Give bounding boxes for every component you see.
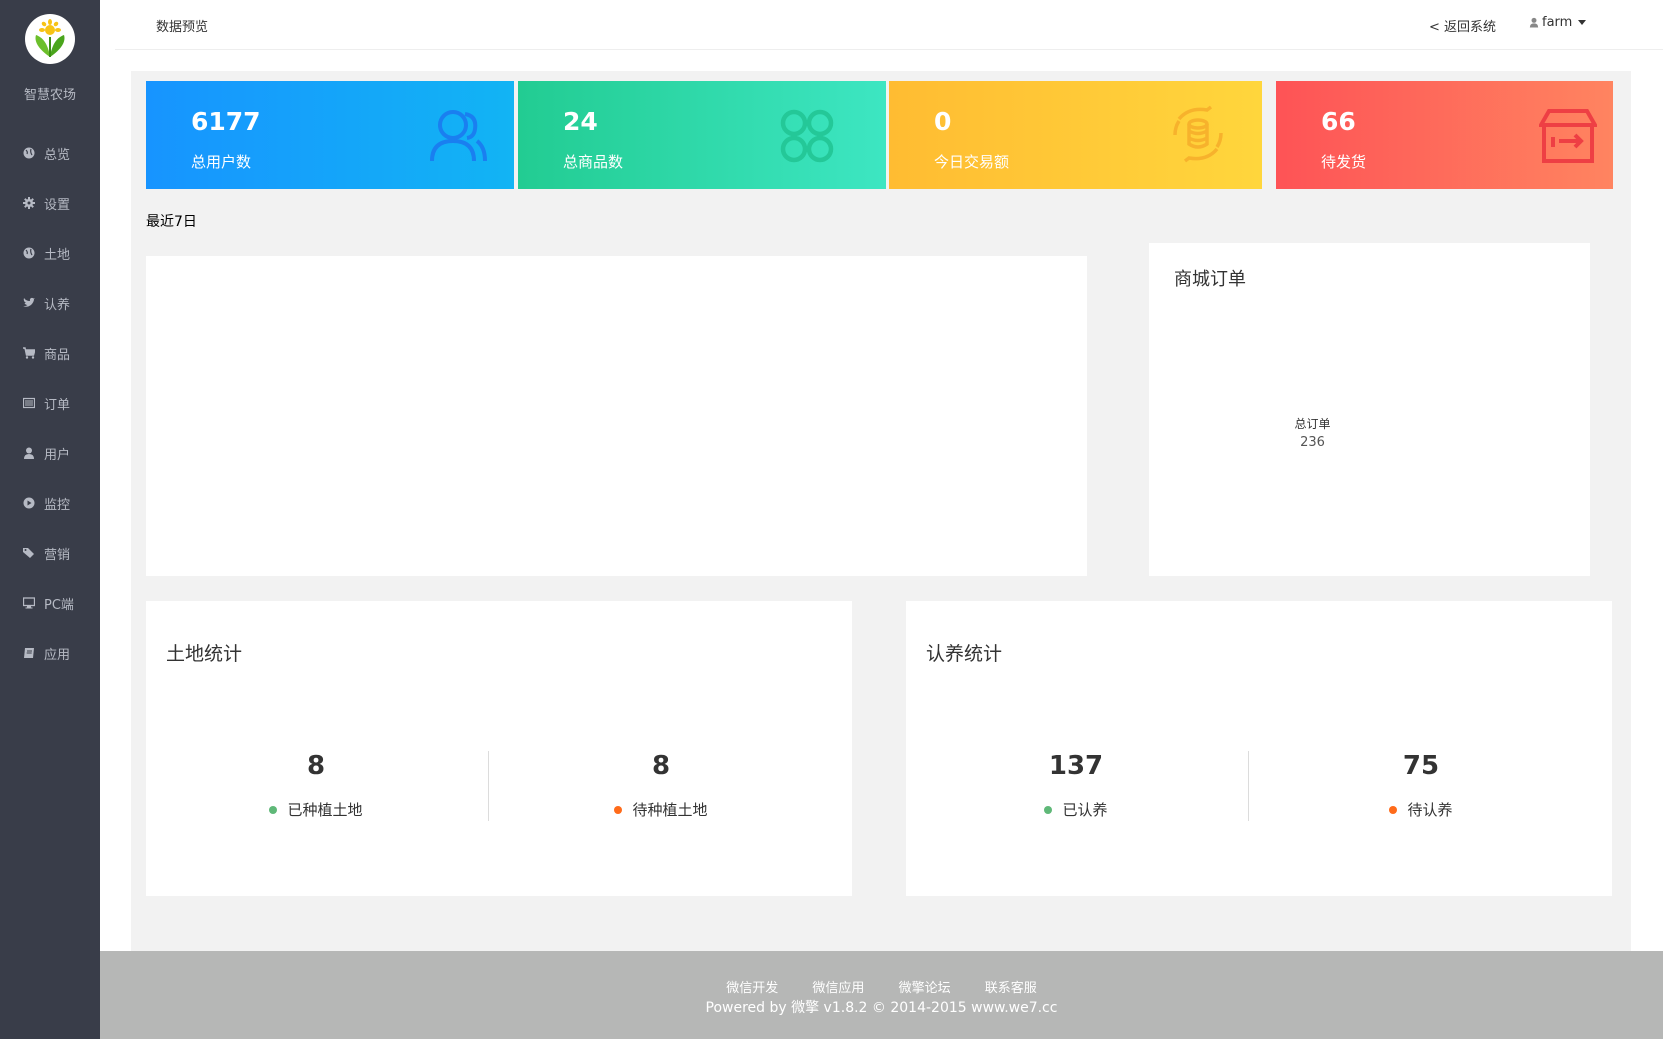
sidebar-item-label: 商品 <box>44 347 71 363</box>
sidebar-item-label: 营销 <box>44 547 71 563</box>
sidebar-item-label: PC端 <box>44 597 74 613</box>
orange-dot-icon <box>1389 805 1398 814</box>
pending-adoption-stat: 75 待认养 <box>1251 751 1591 820</box>
pending-land-value: 8 <box>651 751 671 781</box>
recent-7-days-chart <box>146 256 1087 576</box>
sidebar-item-adopt[interactable]: 认养 <box>0 278 100 328</box>
sidebar-item-label: 用户 <box>44 447 71 463</box>
stat-label: 今日交易额 <box>934 153 1010 171</box>
clover-grid-icon <box>780 109 834 163</box>
sidebar-item-label: 订单 <box>44 397 71 413</box>
sidebar-item-label: 土地 <box>44 247 71 263</box>
land-stats-title: 土地统计 <box>166 643 243 665</box>
stat-label: 总商品数 <box>563 153 624 171</box>
sidebar-nav: 总览 设置 土地 认养 商品 订单 用户 监控 营销 PC端 应用 <box>0 128 100 678</box>
back-to-system-link[interactable]: < 返回系统 <box>1429 16 1496 35</box>
stat-value: 0 <box>934 107 952 136</box>
sidebar-item-label: 监控 <box>44 497 71 513</box>
adoption-stats-panel: 认养统计 137 已认养 75 待认养 <box>906 601 1612 896</box>
chevron-down-icon <box>1578 20 1587 25</box>
gear-icon <box>22 196 36 210</box>
twitter-bird-icon <box>22 296 36 310</box>
stat-label: 总用户数 <box>191 153 252 171</box>
sidebar-item-overview[interactable]: 总览 <box>0 128 100 178</box>
green-dot-icon <box>1044 805 1053 814</box>
sidebar-item-orders[interactable]: 订单 <box>0 378 100 428</box>
tags-icon <box>22 546 36 560</box>
coin-exchange-icon <box>1173 105 1223 163</box>
footer-links: 微信开发 微信应用 微擎论坛 联系客服 <box>100 977 1663 996</box>
monitor-icon <box>22 596 36 610</box>
stat-value: 66 <box>1321 107 1356 136</box>
sidebar-item-pc[interactable]: PC端 <box>0 578 100 628</box>
globe-icon <box>22 146 36 160</box>
sidebar-item-settings[interactable]: 设置 <box>0 178 100 228</box>
planted-land-stat: 8 已种植土地 <box>146 751 486 820</box>
sidebar-item-label: 设置 <box>44 197 71 213</box>
stat-card-pending-shipment[interactable]: 66 待发货 <box>1276 81 1613 189</box>
adopted-stat: 137 已认养 <box>906 751 1246 820</box>
planted-land-label: 已种植土地 <box>287 801 363 819</box>
cart-icon <box>22 346 36 360</box>
pending-adoption-label: 待认养 <box>1407 801 1453 819</box>
dashboard-content: 6177 总用户数 24 总商品数 0 今日交易额 66 待发货 最近7日 商城… <box>131 71 1631 951</box>
book-icon <box>22 646 36 660</box>
orange-dot-icon <box>614 805 623 814</box>
green-dot-icon <box>269 805 278 814</box>
sidebar-item-land[interactable]: 土地 <box>0 228 100 278</box>
username: farm <box>1542 15 1573 30</box>
planted-land-value: 8 <box>306 751 326 781</box>
powered-by-text: Powered by 微擎 v1.8.2 © 2014-2015 www.we7… <box>705 1000 1058 1016</box>
sidebar-item-marketing[interactable]: 营销 <box>0 528 100 578</box>
mall-orders-title: 商城订单 <box>1174 269 1246 290</box>
stat-card-users[interactable]: 6177 总用户数 <box>146 81 514 189</box>
sunflower-logo-icon <box>35 19 65 57</box>
box-arrow-icon <box>1539 109 1597 163</box>
stat-value: 24 <box>563 107 598 136</box>
stat-card-goods[interactable]: 24 总商品数 <box>518 81 886 189</box>
pending-land-label: 待种植土地 <box>632 801 708 819</box>
list-icon <box>22 396 36 410</box>
sidebar-item-monitor[interactable]: 监控 <box>0 478 100 528</box>
globe-icon <box>22 246 36 260</box>
footer-link-wechat-dev[interactable]: 微信开发 <box>726 981 778 996</box>
footer-link-support[interactable]: 联系客服 <box>985 981 1037 996</box>
stat-value: 6177 <box>191 107 261 136</box>
recent-7-days-label: 最近7日 <box>146 214 197 230</box>
stat-card-today-trade[interactable]: 0 今日交易额 <box>889 81 1262 189</box>
adopted-label: 已认养 <box>1062 801 1108 819</box>
stat-label: 待发货 <box>1321 153 1367 171</box>
total-orders-value: 236 <box>1300 435 1325 450</box>
adoption-stats-title: 认养统计 <box>926 643 1003 665</box>
sidebar-item-users[interactable]: 用户 <box>0 428 100 478</box>
user-icon <box>22 446 36 460</box>
top-header: 数据预览 < 返回系统 farm <box>115 0 1663 50</box>
play-circle-icon <box>22 496 36 510</box>
user-menu[interactable]: farm <box>1529 15 1587 30</box>
sidebar-item-label: 应用 <box>44 647 71 663</box>
footer: 微信开发 微信应用 微擎论坛 联系客服 Powered by 微擎 v1.8.2… <box>100 951 1663 1039</box>
brand-name: 智慧农场 <box>23 88 76 103</box>
sidebar-item-goods[interactable]: 商品 <box>0 328 100 378</box>
pending-land-stat: 8 待种植土地 <box>491 751 831 820</box>
mall-orders-panel: 商城订单 总订单 236 <box>1149 243 1590 576</box>
sidebar-item-label: 总览 <box>44 147 71 163</box>
breadcrumb: 数据预览 <box>156 20 209 35</box>
total-orders-label: 总订单 <box>1294 417 1331 431</box>
user-icon <box>1529 17 1539 28</box>
farm-logo[interactable] <box>25 14 75 64</box>
sidebar: 智慧农场 总览 设置 土地 认养 商品 订单 用户 监控 营销 PC端 应用 <box>0 0 100 1039</box>
footer-link-forum[interactable]: 微擎论坛 <box>899 981 951 996</box>
users-icon <box>430 110 487 162</box>
footer-link-wechat-apps[interactable]: 微信应用 <box>812 981 864 996</box>
land-stats-panel: 土地统计 8 已种植土地 8 待种植土地 <box>146 601 852 896</box>
adopted-value: 137 <box>1048 751 1104 781</box>
sidebar-item-label: 认养 <box>44 297 71 313</box>
divider <box>488 751 489 821</box>
pending-adoption-value: 75 <box>1402 751 1440 781</box>
sidebar-item-apps[interactable]: 应用 <box>0 628 100 678</box>
divider <box>1248 751 1249 821</box>
